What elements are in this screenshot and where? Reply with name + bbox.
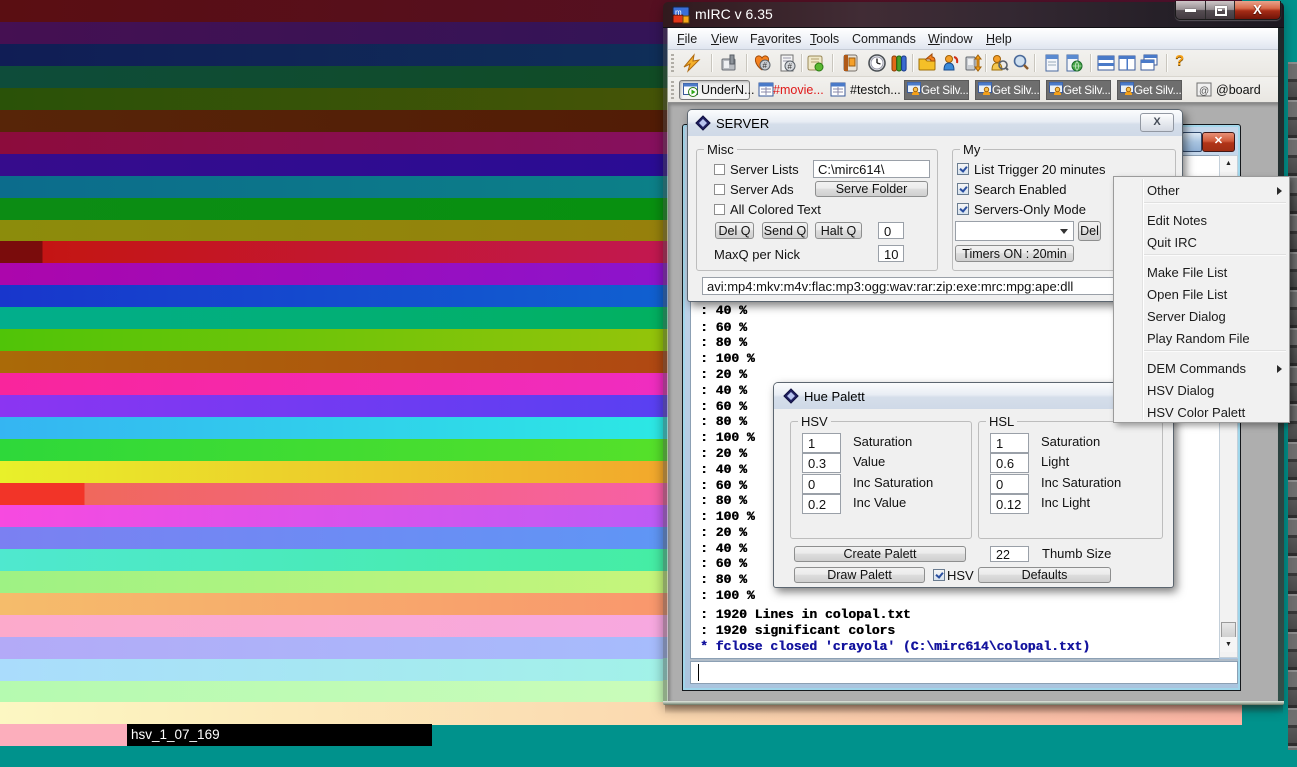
svg-text:@: @: [1199, 86, 1209, 97]
svg-text:#: #: [763, 61, 768, 70]
svg-text:m: m: [675, 8, 682, 17]
svg-text:#: #: [788, 62, 793, 71]
